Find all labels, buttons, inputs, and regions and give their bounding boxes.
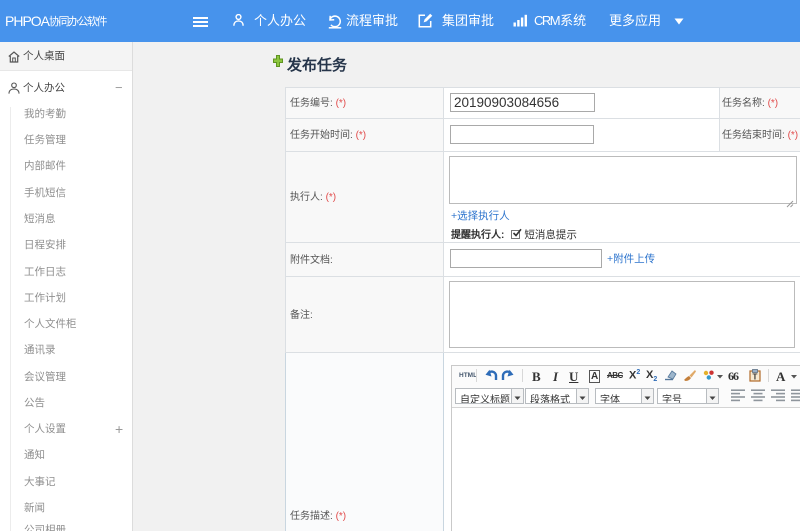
svg-text:T: T (753, 373, 758, 382)
